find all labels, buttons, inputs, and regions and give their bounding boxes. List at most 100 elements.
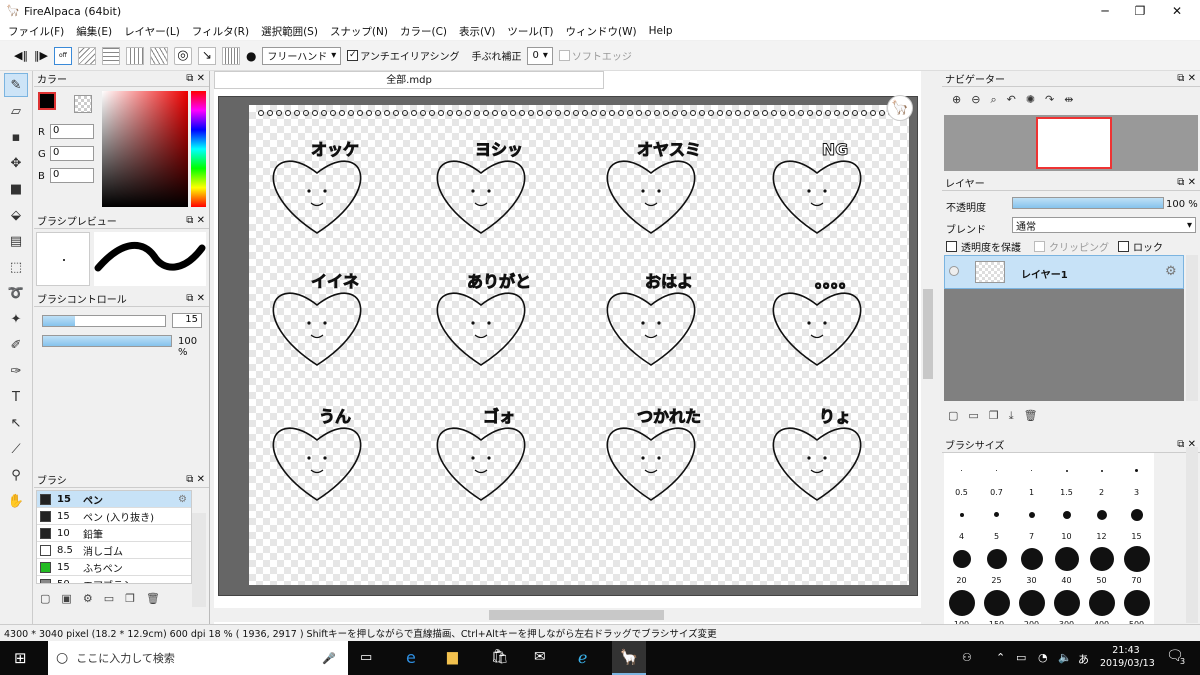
select-tool-icon[interactable]: ⬚ bbox=[4, 255, 28, 279]
brush-size-option[interactable]: 500 bbox=[1119, 585, 1154, 629]
hand-tool-icon[interactable]: ✋ bbox=[4, 489, 28, 513]
document-canvas[interactable]: オッケ ヨシッ オヤスミ NG イイネ ありがと おはよ 。。。。 うん ゴォ つかれた りょ 🦙 bbox=[218, 95, 918, 596]
menu-item[interactable]: スナップ(N) bbox=[330, 24, 388, 39]
snap-off-button[interactable]: off bbox=[53, 46, 72, 65]
prev-icon[interactable]: ◀‖ bbox=[14, 49, 28, 62]
new-folder-icon[interactable]: ▭ bbox=[968, 409, 978, 423]
canvas-vertical-scrollbar[interactable] bbox=[921, 89, 935, 609]
taskbar-search[interactable]: ○ ここに入力して検索 🎤 bbox=[48, 641, 348, 675]
eraser-tool-icon[interactable]: ▱ bbox=[4, 99, 28, 123]
dot-tool-icon[interactable]: ▪ bbox=[4, 125, 28, 149]
panel-float-close-icon[interactable]: ⧉ ✕ bbox=[186, 73, 205, 84]
magic-wand-tool-icon[interactable]: ✦ bbox=[4, 307, 28, 331]
panel-float-close-icon[interactable]: ⧉ ✕ bbox=[186, 293, 205, 304]
menu-item[interactable]: 選択範囲(S) bbox=[261, 24, 318, 39]
menu-item[interactable]: レイヤー(L) bbox=[124, 24, 180, 39]
rotate-left-icon[interactable]: ↶ bbox=[1007, 93, 1016, 107]
brush-size-option[interactable]: 3 bbox=[1119, 453, 1154, 497]
brush-list-item[interactable]: 15 ペン ⚙ bbox=[37, 491, 191, 508]
task-view-icon[interactable]: ▭ bbox=[360, 650, 372, 665]
menu-item[interactable]: ツール(T) bbox=[507, 24, 553, 39]
snap-3d-button[interactable] bbox=[221, 46, 240, 65]
b-input[interactable]: 0 bbox=[50, 168, 94, 183]
new-brush-icon[interactable]: ▢ bbox=[40, 592, 50, 605]
flip-icon[interactable]: ⇹ bbox=[1064, 93, 1073, 107]
ie-icon[interactable]: ℯ bbox=[578, 648, 587, 667]
brush-size-option[interactable]: 10 bbox=[1049, 497, 1084, 541]
brush-list-item[interactable]: 8.5 消しゴム bbox=[37, 542, 191, 559]
brush-size-option[interactable]: 400 bbox=[1084, 585, 1119, 629]
panel-float-close-icon[interactable]: ⧉ ✕ bbox=[186, 474, 205, 485]
brush-size-option[interactable]: 25 bbox=[979, 541, 1014, 585]
brush-size-value[interactable]: 15 bbox=[172, 313, 202, 328]
snap-grid-button[interactable] bbox=[101, 46, 120, 65]
fill-rect-tool-icon[interactable]: ■ bbox=[4, 177, 28, 201]
stabilizer-select[interactable]: 0 ▾ bbox=[527, 46, 553, 65]
blend-select[interactable]: 通常 ▾ bbox=[1012, 217, 1196, 233]
menu-item[interactable]: 表示(V) bbox=[459, 24, 495, 39]
snap-curve-button[interactable]: ↘ bbox=[197, 46, 216, 65]
select-pen-tool-icon[interactable]: ✐ bbox=[4, 333, 28, 357]
volume-icon[interactable]: 🔈 bbox=[1058, 651, 1072, 664]
snap-radial-button[interactable] bbox=[149, 46, 168, 65]
brush-size-option[interactable]: 300 bbox=[1049, 585, 1084, 629]
pen-tool-icon[interactable]: ✎ bbox=[4, 73, 28, 97]
folder-icon[interactable]: ▭ bbox=[104, 592, 114, 605]
layer-row[interactable]: レイヤー1 ⚙ bbox=[944, 255, 1184, 289]
gear-icon[interactable]: ⚙ bbox=[1165, 264, 1177, 279]
close-button[interactable]: ✕ bbox=[1154, 0, 1200, 22]
operation-tool-icon[interactable]: ↖ bbox=[4, 411, 28, 435]
file-explorer-icon[interactable]: ▆ bbox=[447, 649, 458, 665]
duplicate-layer-icon[interactable]: ❐ bbox=[989, 409, 999, 423]
snap-circle-button[interactable]: ◎ bbox=[173, 46, 192, 65]
hue-slider[interactable] bbox=[191, 91, 206, 207]
firealpaca-taskbar-icon[interactable]: 🦙 bbox=[612, 641, 646, 675]
snap-cross-button[interactable] bbox=[125, 46, 144, 65]
brush-list-scrollbar[interactable] bbox=[192, 513, 206, 607]
brush-size-option[interactable]: 7 bbox=[1014, 497, 1049, 541]
trash-icon[interactable]: 🗑 bbox=[1024, 409, 1038, 423]
navigator-preview[interactable] bbox=[944, 115, 1198, 171]
brush-size-option[interactable]: 4 bbox=[944, 497, 979, 541]
eyedropper-tool-icon[interactable]: ⚲ bbox=[4, 463, 28, 487]
lasso-tool-icon[interactable]: ➰ bbox=[4, 281, 28, 305]
brush-size-option[interactable]: 150 bbox=[979, 585, 1014, 629]
brush-size-option[interactable]: 1.5 bbox=[1049, 453, 1084, 497]
brush-size-slider[interactable] bbox=[42, 315, 166, 327]
brush-size-option[interactable]: 5 bbox=[979, 497, 1014, 541]
clipping-checkbox[interactable]: クリッピング bbox=[1034, 239, 1109, 254]
text-tool-icon[interactable]: T bbox=[4, 385, 28, 409]
move-tool-icon[interactable]: ✥ bbox=[4, 151, 28, 175]
merge-down-icon[interactable]: ⤓ bbox=[1009, 409, 1014, 423]
menu-item[interactable]: ウィンドウ(W) bbox=[566, 24, 637, 39]
brush-list-item[interactable]: 15 ペン (入り抜き) bbox=[37, 508, 191, 525]
brush-size-option[interactable]: 50 bbox=[1084, 541, 1119, 585]
layer-opacity-slider[interactable] bbox=[1012, 197, 1164, 209]
rotate-right-icon[interactable]: ↷ bbox=[1045, 93, 1054, 107]
document-tab[interactable]: 全部.mdp bbox=[214, 71, 604, 89]
ime-icon[interactable]: あ bbox=[1078, 651, 1089, 667]
brush-size-option[interactable]: 12 bbox=[1084, 497, 1119, 541]
soft-edge-checkbox[interactable]: ソフトエッジ bbox=[558, 48, 632, 63]
brush-size-option[interactable]: 1 bbox=[1014, 453, 1049, 497]
wifi-icon[interactable]: ◔ bbox=[1038, 651, 1048, 664]
trash-icon[interactable]: 🗑 bbox=[146, 592, 160, 605]
brush-mode-select[interactable]: フリーハンド ▾ bbox=[262, 46, 342, 65]
panel-float-close-icon[interactable]: ⧉ ✕ bbox=[186, 215, 205, 226]
brush-size-option[interactable]: 0.5 bbox=[944, 453, 979, 497]
brush-list-item[interactable]: 10 鉛筆 bbox=[37, 525, 191, 542]
antialias-checkbox[interactable]: ✓ アンチエイリアシング bbox=[347, 48, 459, 63]
rotate-reset-icon[interactable]: ✺ bbox=[1026, 93, 1035, 107]
gear-icon[interactable]: ⚙ bbox=[178, 494, 187, 505]
select-eraser-tool-icon[interactable]: ✑ bbox=[4, 359, 28, 383]
menu-item[interactable]: フィルタ(R) bbox=[192, 24, 249, 39]
r-input[interactable]: 0 bbox=[50, 124, 94, 139]
lock-checkbox[interactable]: ロック bbox=[1118, 239, 1163, 254]
brush-size-option[interactable]: 40 bbox=[1049, 541, 1084, 585]
snap-parallel-button[interactable] bbox=[77, 46, 96, 65]
dot-icon[interactable]: ● bbox=[246, 49, 256, 63]
menu-item[interactable]: ファイル(F) bbox=[8, 24, 64, 39]
primary-color-swatch[interactable] bbox=[38, 92, 56, 110]
zoom-out-icon[interactable]: ⊖ bbox=[971, 93, 980, 107]
brush-size-option[interactable]: 0.7 bbox=[979, 453, 1014, 497]
